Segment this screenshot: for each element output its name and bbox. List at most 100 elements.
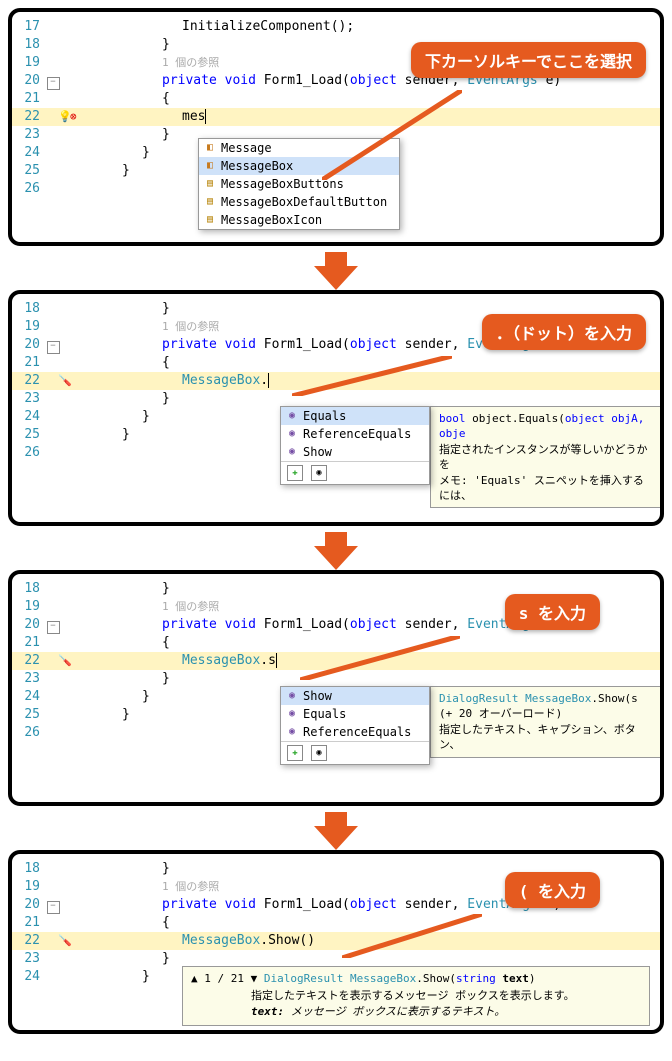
- line-num: 23: [12, 670, 44, 688]
- line-num: 17: [12, 18, 44, 36]
- line-num: 22: [12, 932, 44, 950]
- codelens-ref[interactable]: 1 個の参照: [62, 598, 219, 616]
- fold-toggle[interactable]: −: [47, 77, 60, 90]
- brace: }: [62, 36, 170, 54]
- overload-next[interactable]: ▼: [251, 972, 258, 985]
- completion-item[interactable]: ▤MessageBoxButtons: [199, 175, 399, 193]
- code-text: InitializeComponent();: [62, 19, 354, 34]
- quickinfo-tooltip: DialogResult MessageBox.Show(s (+ 20 オーバ…: [430, 686, 660, 758]
- line-num: 26: [12, 444, 44, 462]
- intellisense-popup[interactable]: ◧Message ◧MessageBox ▤MessageBoxButtons …: [198, 138, 400, 230]
- typed-parens[interactable]: (): [299, 933, 315, 948]
- completion-item[interactable]: ◉ReferenceEquals: [281, 723, 429, 741]
- line-num: 24: [12, 144, 44, 162]
- completion-item[interactable]: ◉Show: [281, 443, 429, 461]
- enum-icon: ▤: [203, 177, 217, 191]
- filter-icon[interactable]: ◉: [311, 745, 327, 761]
- codelens-ref[interactable]: 1 個の参照: [62, 878, 219, 896]
- line-num: 24: [12, 408, 44, 426]
- quickinfo-tooltip: bool object.Equals(object objA, obje 指定さ…: [430, 406, 660, 508]
- codelens-ref[interactable]: 1 個の参照: [62, 318, 219, 336]
- brace: }: [62, 300, 170, 318]
- line-num: 18: [12, 300, 44, 318]
- screwdriver-icon[interactable]: 🪛: [58, 372, 72, 386]
- brace: }: [62, 580, 170, 598]
- screwdriver-icon[interactable]: 🪛: [58, 932, 72, 946]
- method-signature: private void Form1_Load(object sender, E…: [62, 896, 561, 914]
- line-num: 20: [12, 336, 44, 354]
- brace: }: [62, 426, 130, 444]
- line-num: 20: [12, 72, 44, 90]
- overload-prev[interactable]: ▲: [191, 972, 198, 985]
- brace: {: [62, 634, 170, 652]
- line-num: 20: [12, 616, 44, 634]
- brace: {: [62, 354, 170, 372]
- callout-1: 下カーソルキーでここを選択: [411, 42, 646, 78]
- fold-toggle[interactable]: −: [47, 341, 60, 354]
- brace: }: [62, 390, 170, 408]
- typed-method[interactable]: Show: [268, 933, 299, 948]
- typed-text[interactable]: .s: [260, 653, 276, 668]
- line-num: 20: [12, 896, 44, 914]
- typed-class[interactable]: MessageBox: [182, 933, 260, 948]
- add-icon[interactable]: ✚: [287, 745, 303, 761]
- brace: }: [62, 408, 150, 426]
- line-num: 25: [12, 162, 44, 180]
- line-num: 19: [12, 878, 44, 896]
- enum-icon: ▤: [203, 195, 217, 209]
- line-num: 19: [12, 598, 44, 616]
- enum-icon: ▤: [203, 213, 217, 227]
- codelens-ref[interactable]: 1 個の参照: [62, 54, 219, 72]
- brace: }: [62, 688, 150, 706]
- brace: {: [62, 90, 170, 108]
- intellisense-popup[interactable]: ◉Equals ◉ReferenceEquals ◉Show ✚ ◉: [280, 406, 430, 485]
- typed-class[interactable]: MessageBox: [182, 653, 260, 668]
- line-num: 23: [12, 390, 44, 408]
- callout-3: s を入力: [505, 594, 600, 630]
- completion-item-selected[interactable]: ◉Equals: [281, 407, 429, 425]
- fold-toggle[interactable]: −: [47, 621, 60, 634]
- brace: }: [62, 860, 170, 878]
- brace: }: [62, 144, 150, 162]
- line-num: 21: [12, 914, 44, 932]
- brace: }: [62, 706, 130, 724]
- add-icon[interactable]: ✚: [287, 465, 303, 481]
- typed-class[interactable]: MessageBox: [182, 373, 260, 388]
- line-num: 24: [12, 688, 44, 706]
- intellisense-popup[interactable]: ◉Show ◉Equals ◉ReferenceEquals ✚ ◉: [280, 686, 430, 765]
- line-num: 22: [12, 652, 44, 670]
- method-icon: ◉: [285, 707, 299, 721]
- typed-dot[interactable]: .: [260, 373, 268, 388]
- error-icon: ⊗: [70, 108, 84, 122]
- brace: {: [62, 914, 170, 932]
- line-num: 18: [12, 36, 44, 54]
- filter-icon[interactable]: ◉: [311, 465, 327, 481]
- line-num: 24: [12, 968, 44, 986]
- completion-item[interactable]: ◧Message: [199, 139, 399, 157]
- completion-item[interactable]: ▤MessageBoxDefaultButton: [199, 193, 399, 211]
- callout-4: ( を入力: [505, 872, 600, 908]
- brace: }: [62, 670, 170, 688]
- completion-item-selected[interactable]: ◉Show: [281, 687, 429, 705]
- class-icon: ◧: [203, 159, 217, 173]
- method-icon: ◉: [285, 725, 299, 739]
- completion-item[interactable]: ▤MessageBoxIcon: [199, 211, 399, 229]
- brace: }: [62, 162, 130, 180]
- screwdriver-icon[interactable]: 🪛: [58, 652, 72, 666]
- method-signature: private void Form1_Load(object sender, E…: [62, 616, 561, 634]
- line-num: 18: [12, 580, 44, 598]
- brace: }: [62, 126, 170, 144]
- line-num: 25: [12, 706, 44, 724]
- method-icon: ◉: [285, 689, 299, 703]
- method-icon: ◉: [285, 409, 299, 423]
- line-num: 19: [12, 318, 44, 336]
- completion-item[interactable]: ◉ReferenceEquals: [281, 425, 429, 443]
- line-num: 23: [12, 950, 44, 968]
- typed-text[interactable]: mes: [182, 109, 205, 124]
- completion-item[interactable]: ◉Equals: [281, 705, 429, 723]
- line-num: 26: [12, 180, 44, 198]
- fold-toggle[interactable]: −: [47, 901, 60, 914]
- line-num: 18: [12, 860, 44, 878]
- class-icon: ◧: [203, 141, 217, 155]
- completion-item-selected[interactable]: ◧MessageBox: [199, 157, 399, 175]
